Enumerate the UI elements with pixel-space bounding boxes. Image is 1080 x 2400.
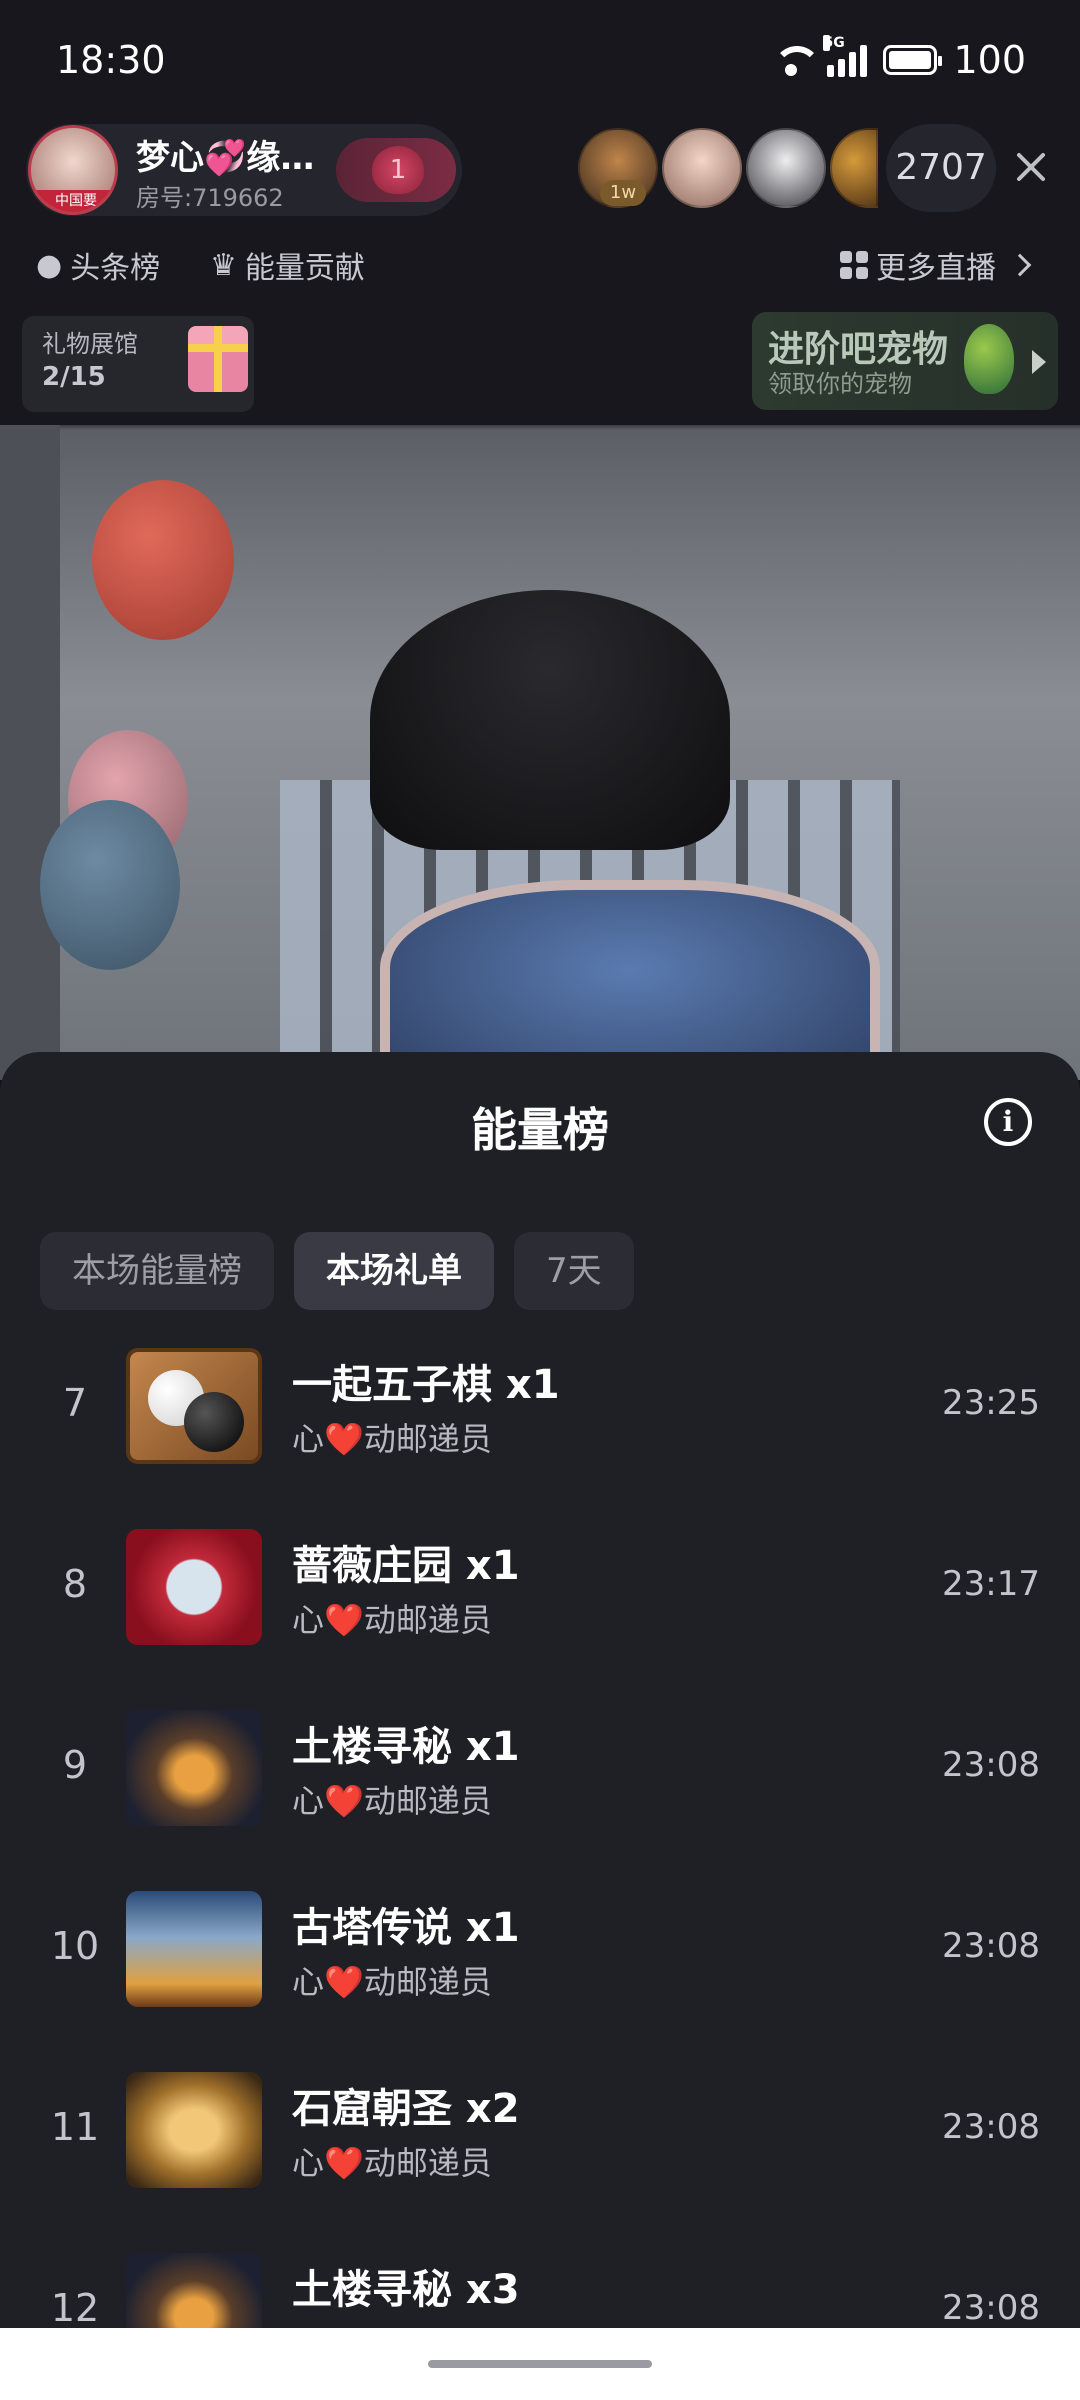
sheet-title: 能量榜	[471, 1103, 609, 1157]
list-item[interactable]: 7 一起五子棋 x1 心❤️动邮递员 23:25	[0, 1338, 1080, 1519]
gift-sender: 心❤️动邮递员	[292, 1963, 492, 2001]
blue-balloon-image	[40, 800, 180, 970]
crown-icon: ♛	[210, 247, 237, 283]
fan-heart-icon[interactable]: 1	[372, 146, 424, 194]
gift-name: 石窟朝圣 x2	[292, 2086, 520, 2132]
rank-tabs: 本场能量榜 本场礼单 7天	[40, 1232, 634, 1310]
gift-sender: 心❤️动邮递员	[292, 1420, 492, 1458]
headline-rank-label: 头条榜	[70, 251, 161, 286]
battery-icon	[883, 45, 943, 75]
status-icons: 5G 100	[771, 35, 1026, 82]
gift-list: 7 一起五子棋 x1 心❤️动邮递员 23:25 8 蔷薇庄园 x1 心❤️动邮…	[0, 1338, 1080, 2400]
viewer-avatar[interactable]	[830, 128, 878, 208]
close-icon[interactable]	[1010, 146, 1052, 188]
rank-number: 11	[50, 2105, 100, 2149]
gift-name: 一起五子棋 x1	[292, 1362, 560, 1408]
battery-level: 100	[953, 38, 1026, 82]
red-balloon-image	[92, 480, 234, 640]
headline-rank-chip[interactable]: ● 头条榜	[36, 236, 160, 294]
chevron-right-icon	[1008, 253, 1032, 277]
status-bar: 18:30 5G 100	[0, 0, 1080, 120]
cellular-signal-icon: 5G	[823, 35, 868, 77]
flame-icon: ●	[36, 247, 63, 283]
viewer-badge: 1w	[600, 180, 646, 206]
throne-gift-effect	[380, 880, 880, 1080]
grid-icon	[840, 251, 868, 279]
gift-sender: 心❤️动邮递员	[292, 1782, 492, 1820]
anchor-avatar[interactable]: 中国要	[28, 125, 118, 215]
stream-wall	[0, 425, 60, 1080]
gift-hall-count: 2/15	[42, 362, 106, 392]
gift-hall-title: 礼物展馆	[42, 330, 138, 358]
viewer-avatar[interactable]	[662, 128, 742, 208]
gift-name: 土楼寻秘 x3	[292, 2267, 520, 2313]
rank-number: 8	[62, 1562, 88, 1606]
more-live-label: 更多直播	[876, 251, 996, 286]
top-viewers: 1w	[578, 128, 882, 208]
gomoku-gift-icon	[126, 1348, 262, 1464]
gift-sender: 心❤️动邮递员	[292, 1601, 492, 1639]
tab-session-energy[interactable]: 本场能量榜	[40, 1232, 274, 1310]
play-arrow-icon	[1032, 350, 1046, 374]
wifi-icon	[771, 44, 822, 76]
gift-name: 蔷薇庄园 x1	[292, 1543, 520, 1589]
status-time: 18:30	[56, 38, 166, 82]
gift-name: 土楼寻秘 x1	[292, 1724, 520, 1770]
gift-time: 23:17	[942, 1564, 1040, 1604]
gift-time: 23:08	[942, 1745, 1040, 1785]
gift-box-icon	[188, 326, 248, 392]
list-item[interactable]: 9 土楼寻秘 x1 心❤️动邮递员 23:08	[0, 1700, 1080, 1881]
pet-egg-icon	[964, 324, 1014, 394]
anchor-name: 梦心💞缘…	[136, 138, 315, 178]
anchor-region-tag: 中国要	[31, 190, 115, 212]
rank-number: 7	[62, 1381, 88, 1425]
network-type-label: 5G	[823, 35, 845, 51]
home-indicator[interactable]	[428, 2360, 652, 2368]
gift-sender: 心❤️动邮递员	[292, 2144, 492, 2182]
more-live-chip[interactable]: 更多直播	[840, 236, 1032, 294]
fan-level: 1	[389, 155, 407, 185]
streamer-head-image	[370, 590, 730, 850]
viewer-count-button[interactable]: 2707	[886, 124, 996, 212]
viewer-avatar[interactable]: 1w	[578, 128, 658, 208]
tulou-gift-icon	[126, 1710, 262, 1826]
info-icon[interactable]: i	[984, 1098, 1032, 1146]
rank-number: 10	[50, 1924, 100, 1968]
list-item[interactable]: 11 石窟朝圣 x2 心❤️动邮递员 23:08	[0, 2062, 1080, 2243]
buddha-grotto-gift-icon	[126, 2072, 262, 2188]
gift-time: 23:08	[942, 2107, 1040, 2147]
tab-session-gifts[interactable]: 本场礼单	[294, 1232, 494, 1310]
rank-number: 9	[62, 1743, 88, 1787]
gift-time: 23:25	[942, 1383, 1040, 1423]
tab-7-days[interactable]: 7天	[514, 1232, 634, 1310]
energy-rank-sheet: 能量榜 i 本场能量榜 本场礼单 7天 7 一起五子棋 x1 心❤️动邮递员 2…	[0, 1052, 1080, 2400]
viewer-avatar[interactable]	[746, 128, 826, 208]
gift-time: 23:08	[942, 1926, 1040, 1966]
energy-contribution-chip[interactable]: ♛ 能量贡献	[210, 236, 365, 294]
room-id: 房号:719662	[136, 184, 284, 212]
rose-manor-gift-icon	[126, 1529, 262, 1645]
pet-banner-subtitle: 领取你的宠物	[768, 370, 912, 398]
list-item[interactable]: 10 古塔传说 x1 心❤️动邮递员 23:08	[0, 1881, 1080, 2062]
gift-name: 古塔传说 x1	[292, 1905, 520, 1951]
energy-contribution-label: 能量贡献	[244, 251, 365, 286]
pagoda-gift-icon	[126, 1891, 262, 2007]
list-item[interactable]: 8 蔷薇庄园 x1 心❤️动邮递员 23:17	[0, 1519, 1080, 1700]
